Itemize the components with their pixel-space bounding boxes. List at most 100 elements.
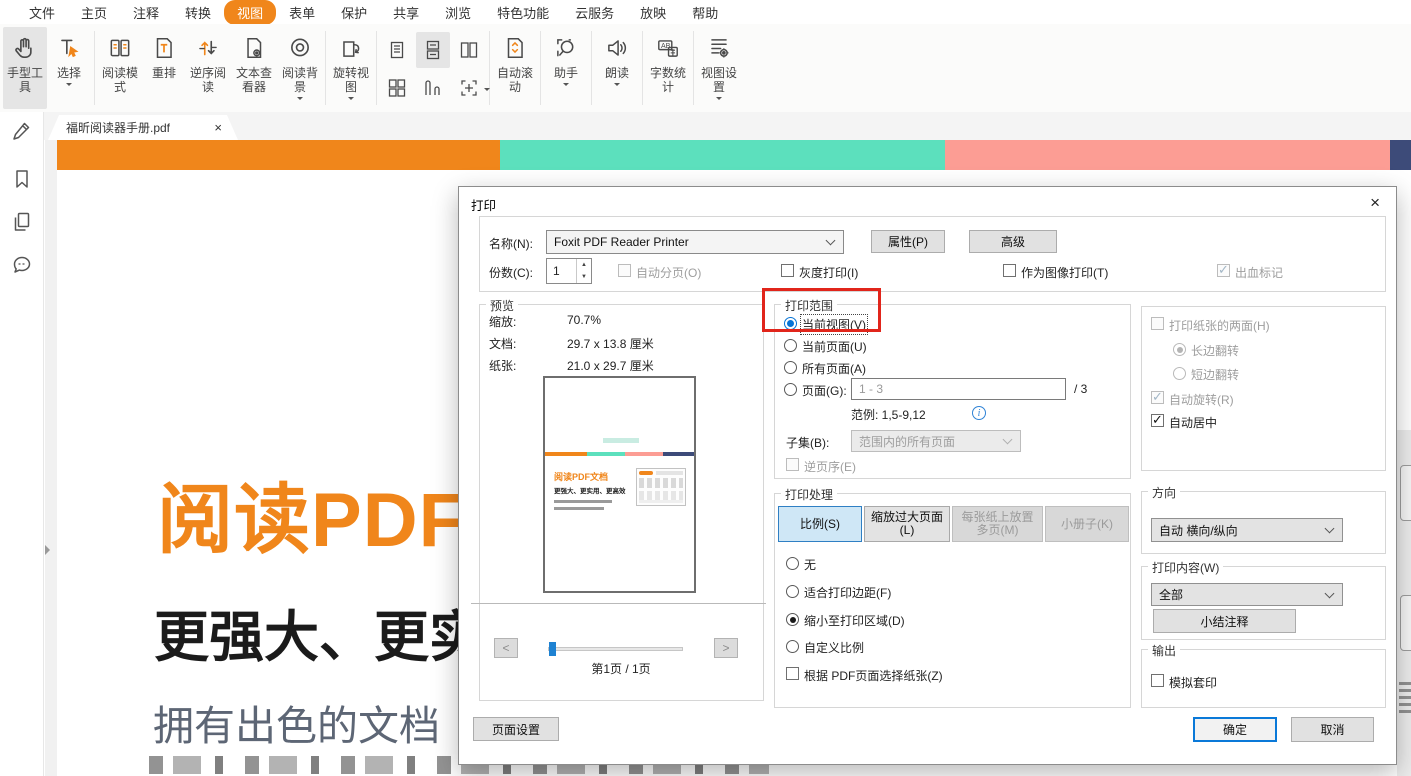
tab-booklet[interactable]: 小册子(K): [1045, 506, 1129, 542]
menu-form[interactable]: 表单: [276, 1, 328, 24]
preview-doc-label: 文档:: [489, 335, 516, 352]
comments-panel-icon[interactable]: [10, 253, 34, 277]
flip-long-radio[interactable]: [1173, 343, 1186, 356]
tab-close-icon[interactable]: ×: [212, 121, 224, 134]
reverse-read-button[interactable]: 逆序阅读: [186, 27, 230, 109]
assistant-button[interactable]: 助手: [544, 27, 588, 109]
print-as-image-checkbox[interactable]: [1003, 264, 1016, 277]
separate-view-caret[interactable]: [484, 88, 490, 94]
simulate-overprint-checkbox[interactable]: [1151, 674, 1164, 687]
text-viewer-button[interactable]: 文本查看器: [230, 27, 278, 109]
orientation-select[interactable]: 自动 横向/纵向: [1151, 518, 1343, 542]
assistant-caret[interactable]: [563, 83, 569, 89]
read-mode-button[interactable]: 阅读模式: [98, 27, 142, 109]
summarize-comments-button[interactable]: 小结注释: [1153, 609, 1296, 633]
both-sides-checkbox[interactable]: [1151, 317, 1164, 330]
fit-margins-label[interactable]: 适合打印边距(F): [804, 584, 891, 601]
panel-expand-handle[interactable]: [45, 545, 55, 555]
rotate-view-button[interactable]: 旋转视图: [329, 27, 373, 109]
auto-scroll-button[interactable]: 自动滚动: [493, 27, 537, 109]
scale-none-radio[interactable]: [786, 557, 799, 570]
menu-convert[interactable]: 转换: [172, 1, 224, 24]
page-range-radio[interactable]: [784, 383, 797, 396]
all-pages-label[interactable]: 所有页面(A): [802, 360, 866, 377]
pages-panel-icon[interactable]: [10, 210, 34, 234]
menu-cloud[interactable]: 云服务: [562, 1, 627, 24]
menu-protect[interactable]: 保护: [328, 1, 380, 24]
read-aloud-button[interactable]: 朗读: [595, 27, 639, 109]
read-background-caret[interactable]: [297, 97, 303, 103]
shrink-to-area-label[interactable]: 缩小至打印区域(D): [804, 612, 905, 629]
read-background-button[interactable]: 阅读背景: [278, 27, 322, 109]
info-icon[interactable]: i: [972, 406, 986, 420]
collate-checkbox[interactable]: [618, 264, 631, 277]
dialog-close-icon[interactable]: ×: [1366, 192, 1384, 213]
rotate-view-caret[interactable]: [348, 97, 354, 103]
current-page-radio[interactable]: [784, 339, 797, 352]
auto-rotate-checkbox[interactable]: [1151, 391, 1164, 404]
menu-comment[interactable]: 注释: [120, 1, 172, 24]
copies-stepper[interactable]: 1 ▲ ▼: [546, 258, 592, 284]
menu-file[interactable]: 文件: [16, 1, 68, 24]
facing-page-icon[interactable]: [452, 32, 486, 68]
separate-view-icon[interactable]: [452, 70, 486, 106]
single-page-icon[interactable]: [380, 32, 414, 68]
all-pages-radio[interactable]: [784, 361, 797, 374]
menu-browse[interactable]: 浏览: [432, 1, 484, 24]
document-tab[interactable]: 福昕阅读器手册.pdf ×: [48, 115, 238, 140]
shrink-to-area-radio[interactable]: [786, 613, 799, 626]
auto-center-checkbox[interactable]: [1151, 414, 1164, 427]
view-settings-button[interactable]: 视图设置: [697, 27, 741, 109]
select-tool-button[interactable]: 选择: [47, 27, 91, 109]
read-aloud-caret[interactable]: [614, 83, 620, 89]
custom-scale-label[interactable]: 自定义比例: [804, 639, 864, 656]
menu-share[interactable]: 共享: [380, 1, 432, 24]
advanced-button[interactable]: 高级: [969, 230, 1057, 253]
grayscale-checkbox[interactable]: [781, 264, 794, 277]
cancel-button[interactable]: 取消: [1291, 717, 1374, 742]
word-count-button[interactable]: AB 字数统计: [646, 27, 690, 109]
doc-subheading: 更强大、更实: [154, 592, 484, 672]
facing-continuous-icon[interactable]: [380, 70, 414, 106]
view-settings-caret[interactable]: [716, 97, 722, 103]
reverse-pages-checkbox[interactable]: [786, 458, 799, 471]
page-setup-button[interactable]: 页面设置: [473, 717, 559, 741]
next-page-button[interactable]: >: [714, 638, 738, 658]
tab-scale[interactable]: 比例(S): [778, 506, 862, 542]
menu-help[interactable]: 帮助: [679, 1, 731, 24]
reflow-button[interactable]: 重排: [142, 27, 186, 109]
hand-tool-button[interactable]: 手型工具: [3, 27, 47, 109]
menu-view[interactable]: 视图: [224, 0, 276, 25]
prev-page-button[interactable]: <: [494, 638, 518, 658]
annotate-pencil-icon[interactable]: [10, 118, 34, 142]
menu-home[interactable]: 主页: [68, 1, 120, 24]
menu-present[interactable]: 放映: [627, 1, 679, 24]
bookmarks-icon[interactable]: [10, 167, 34, 191]
properties-button[interactable]: 属性(P): [871, 230, 945, 253]
printer-select[interactable]: Foxit PDF Reader Printer: [546, 230, 844, 254]
menu-features[interactable]: 特色功能: [484, 1, 562, 24]
ribbon-divider: [591, 31, 592, 105]
select-dropdown-caret[interactable]: [66, 83, 72, 89]
bleed-marks-checkbox[interactable]: [1217, 264, 1230, 277]
tab-tile-oversize[interactable]: 缩放过大页面(L): [864, 506, 950, 542]
continuous-page-icon[interactable]: [416, 32, 450, 68]
current-page-label[interactable]: 当前页面(U): [802, 338, 867, 355]
page-slider-handle[interactable]: [549, 642, 556, 656]
split-view-icon[interactable]: [416, 70, 450, 106]
spin-up-icon[interactable]: ▲: [577, 259, 591, 271]
page-range-input[interactable]: 1 - 3: [851, 378, 1066, 400]
ok-button[interactable]: 确定: [1193, 717, 1277, 742]
subset-select[interactable]: 范围内的所有页面: [851, 430, 1021, 452]
flip-short-radio[interactable]: [1173, 367, 1186, 380]
page-slider-track[interactable]: [548, 647, 683, 651]
fit-margins-radio[interactable]: [786, 585, 799, 598]
custom-scale-radio[interactable]: [786, 640, 799, 653]
reverse-read-icon: [195, 32, 221, 64]
tab-multiple-per-sheet[interactable]: 每张纸上放置多页(M): [952, 506, 1043, 542]
spin-down-icon[interactable]: ▼: [577, 271, 591, 283]
scale-none-label[interactable]: 无: [804, 556, 816, 573]
reverse-read-label: 逆序阅读: [188, 66, 228, 94]
print-content-select[interactable]: 全部: [1151, 583, 1343, 606]
choose-paper-checkbox[interactable]: [786, 667, 799, 680]
